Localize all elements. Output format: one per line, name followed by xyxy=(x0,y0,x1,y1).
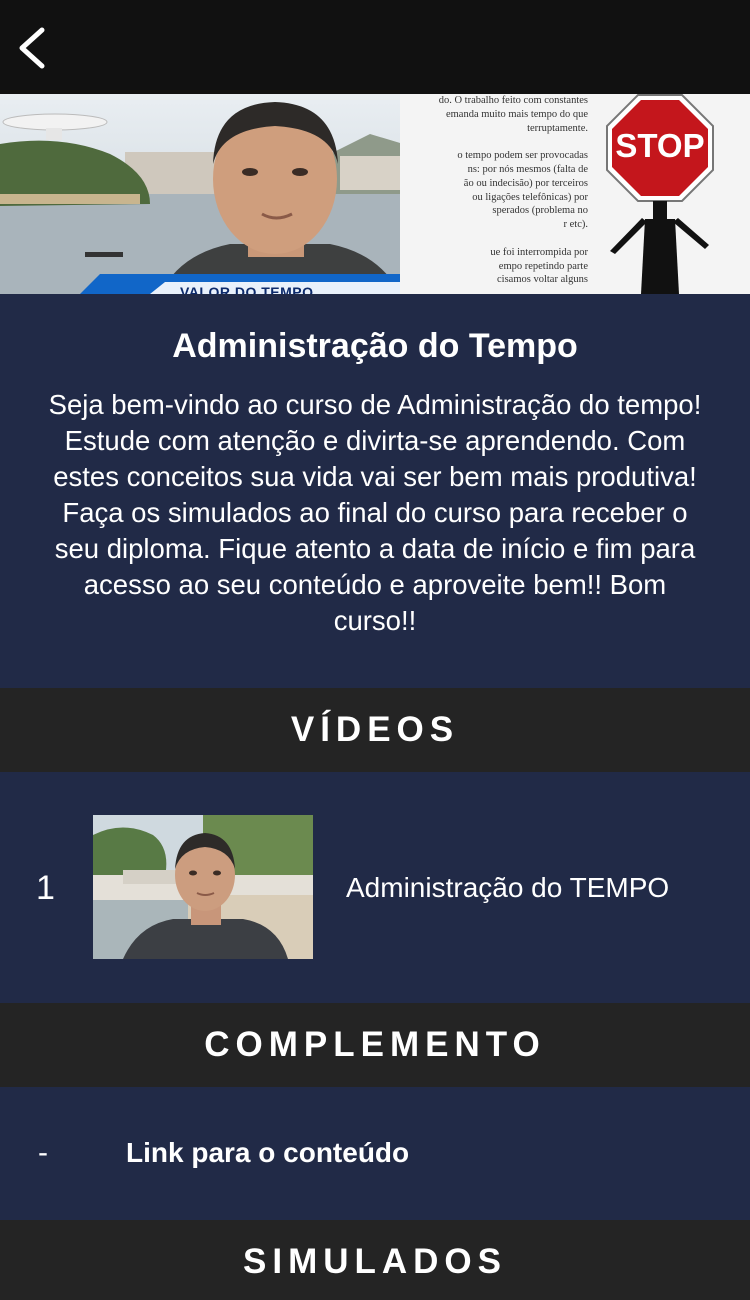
back-button[interactable] xyxy=(12,22,56,74)
section-header-videos: VÍDEOS xyxy=(0,688,750,772)
content-link[interactable]: Link para o conteúdo xyxy=(126,1135,409,1171)
course-description: Seja bem-vindo ao curso de Administração… xyxy=(48,389,702,636)
top-nav-bar xyxy=(0,0,750,94)
banner-lower-third: VALOR DO TEMPO xyxy=(180,284,314,294)
complemento-list-item[interactable]: - Link para o conteúdo xyxy=(0,1087,750,1220)
stop-sign-illustration: STOP xyxy=(606,94,714,294)
section-header-simulados: SIMULADOS xyxy=(0,1220,750,1300)
section-header-complemento: COMPLEMENTO xyxy=(0,1003,750,1087)
video-title: Administração do TEMPO xyxy=(346,872,670,903)
banner-slide: do. O trabalho feito com constantes eman… xyxy=(400,94,750,294)
video-list-item[interactable]: 1 Administração do TEMPO xyxy=(0,772,750,1003)
stop-sign-text: STOP xyxy=(615,127,704,164)
course-intro: Administração do Tempo Seja bem-vindo ao… xyxy=(0,294,750,688)
slide-text: do. O trabalho feito com constantes eman… xyxy=(438,95,588,286)
list-bullet: - xyxy=(38,1136,48,1169)
chevron-left-icon xyxy=(19,27,45,69)
video-thumbnail[interactable] xyxy=(93,815,313,959)
course-banner-image: do. O trabalho feito com constantes eman… xyxy=(0,94,750,294)
course-title: Administração do Tempo xyxy=(172,327,578,365)
video-number: 1 xyxy=(36,869,55,907)
